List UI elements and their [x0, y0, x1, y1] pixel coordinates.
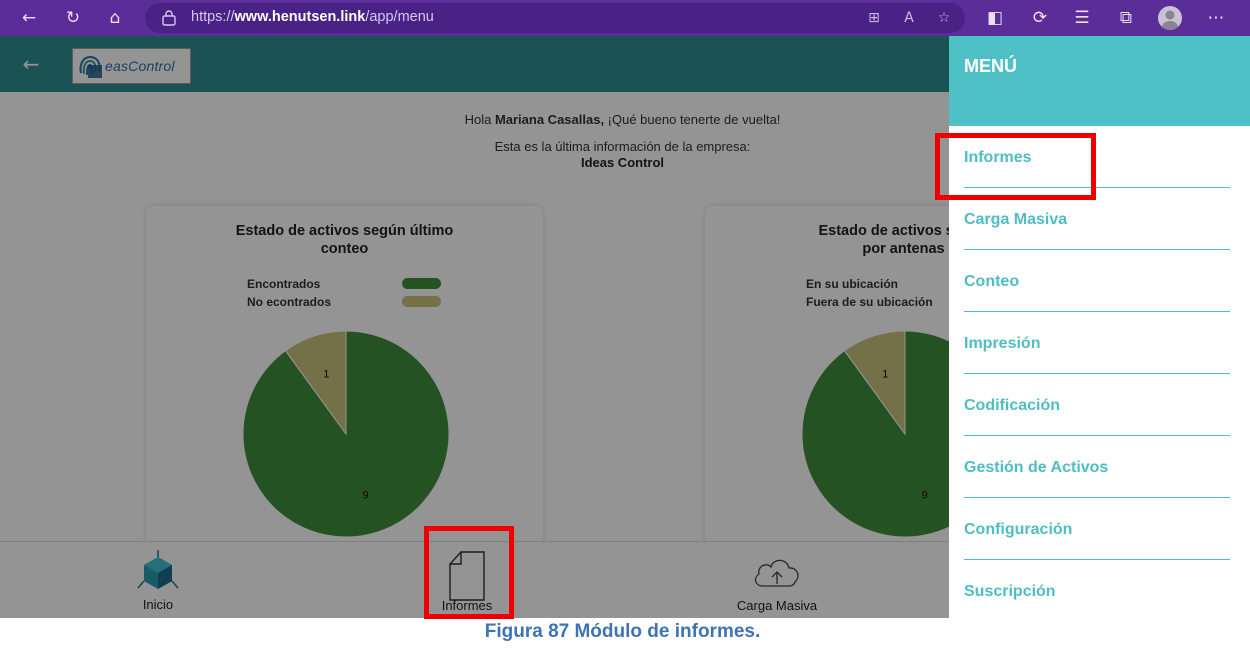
- menu-item-label: Gestión de Activos: [964, 459, 1109, 476]
- side-menu: MENÚ Informes Carga Masiva Conteo Impres…: [949, 36, 1250, 618]
- menu-item-codificacion[interactable]: Codificación: [964, 374, 1230, 436]
- menu-item-conteo[interactable]: Conteo: [964, 250, 1230, 312]
- add-favorite-icon[interactable]: ☆: [933, 7, 955, 29]
- read-aloud-icon[interactable]: A: [898, 7, 920, 29]
- menu-item-configuracion[interactable]: Configuración: [964, 498, 1230, 560]
- menu-header: MENÚ: [949, 36, 1250, 126]
- home-icon[interactable]: ⌂: [103, 6, 127, 30]
- menu-item-label: Carga Masiva: [964, 211, 1068, 228]
- browser-toolbar: ← ↻ ⌂ https://www.henutsen.link/app/menu…: [0, 0, 1250, 36]
- menu-item-suscripcion[interactable]: Suscripción: [964, 560, 1230, 622]
- lock-icon: [162, 10, 176, 26]
- menu-item-label: Codificación: [964, 397, 1061, 414]
- refresh-icon[interactable]: ↻: [61, 6, 85, 30]
- address-bar[interactable]: https://www.henutsen.link/app/menu ⊞ A ☆: [145, 3, 965, 33]
- menu-item-label: Conteo: [964, 273, 1020, 290]
- extensions-icon[interactable]: ◧: [983, 6, 1007, 30]
- url-text[interactable]: https://www.henutsen.link/app/menu: [191, 9, 434, 25]
- menu-title: MENÚ: [964, 56, 1017, 76]
- more-icon[interactable]: ⋯: [1204, 6, 1228, 30]
- grid-icon[interactable]: ⊞: [863, 7, 885, 29]
- profile-icon[interactable]: [1158, 6, 1182, 30]
- copilot-icon[interactable]: ⟳: [1028, 6, 1052, 30]
- highlight-nav-informes: [424, 526, 514, 619]
- back-icon[interactable]: ←: [17, 6, 41, 30]
- menu-item-gestion-activos[interactable]: Gestión de Activos: [964, 436, 1230, 498]
- menu-item-label: Suscripción: [964, 583, 1056, 600]
- screenshot: ← ↻ ⌂ https://www.henutsen.link/app/menu…: [0, 0, 1250, 655]
- highlight-menu-informes: [935, 133, 1096, 200]
- figure-caption: Figura 87 Módulo de informes.: [484, 621, 761, 642]
- collections-icon[interactable]: ⧉: [1114, 6, 1138, 30]
- favorites-icon[interactable]: ☰: [1070, 6, 1094, 30]
- menu-item-label: Impresión: [964, 335, 1041, 352]
- menu-item-label: Configuración: [964, 521, 1073, 538]
- menu-item-impresion[interactable]: Impresión: [964, 312, 1230, 374]
